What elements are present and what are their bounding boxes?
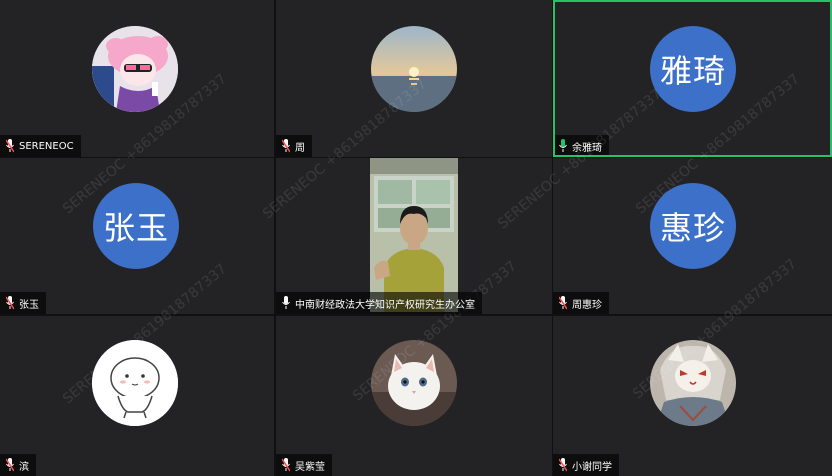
participant-name: 周惠珍: [572, 299, 602, 311]
fox-mask-avatar: [650, 340, 736, 426]
participant-name: 中南财经政法大学知识产权研究生办公室: [295, 299, 475, 311]
mic-muted-icon: [559, 458, 567, 472]
anime-avatar: [92, 26, 178, 112]
participant-tile-sereneoc[interactable]: SERENEOC: [0, 0, 274, 157]
name-tag: 小谢同学: [553, 454, 619, 476]
video-grid: SERENEOC 周 雅琦 余雅琦 张玉 张玉 中南财经政法大学知识产权研究生办…: [0, 0, 832, 476]
participant-name: 滨: [19, 461, 29, 473]
sunset-sea-avatar: [371, 26, 457, 112]
mic-icon: [282, 296, 290, 309]
cartoon-avatar: [92, 340, 178, 426]
participant-tile-bin[interactable]: 滨: [0, 316, 274, 476]
mic-muted-icon: [6, 139, 14, 153]
name-tag: SERENEOC: [0, 135, 81, 157]
name-tag: 吴紫莹: [276, 454, 332, 476]
participant-name: 吴紫莹: [295, 461, 325, 473]
camera-video-feed: [370, 158, 458, 312]
mic-muted-icon: [282, 139, 290, 153]
text-avatar: 雅琦: [650, 26, 736, 112]
participant-name: 小谢同学: [572, 461, 612, 473]
text-avatar: 惠珍: [650, 183, 736, 269]
participant-tile-xiaoxie[interactable]: 小谢同学: [553, 316, 832, 476]
participant-name: 余雅琦: [572, 142, 602, 154]
name-tag: 周惠珍: [553, 292, 609, 314]
participant-tile-zhou[interactable]: 周: [276, 0, 552, 157]
name-tag: 张玉: [0, 292, 46, 314]
mic-muted-icon: [559, 296, 567, 310]
cat-avatar: [371, 340, 457, 426]
mic-muted-icon: [6, 458, 14, 472]
name-tag: 余雅琦: [555, 135, 609, 155]
participant-tile-zhouhuizhen[interactable]: 惠珍 周惠珍: [553, 158, 832, 314]
mic-active-icon: [559, 139, 567, 152]
participant-name: SERENEOC: [19, 140, 74, 152]
participant-name: 周: [295, 142, 305, 154]
participant-tile-yuyaqi[interactable]: 雅琦 余雅琦: [553, 0, 832, 157]
mic-muted-icon: [6, 296, 14, 310]
text-avatar: 张玉: [93, 183, 179, 269]
mic-muted-icon: [282, 458, 290, 472]
name-tag: 周: [276, 135, 312, 157]
participant-name: 张玉: [19, 299, 39, 311]
name-tag: 滨: [0, 454, 36, 476]
name-tag: 中南财经政法大学知识产权研究生办公室: [276, 292, 482, 314]
participant-tile-wuziying[interactable]: 吴紫莹: [276, 316, 552, 476]
participant-tile-zhangyu[interactable]: 张玉 张玉: [0, 158, 274, 314]
